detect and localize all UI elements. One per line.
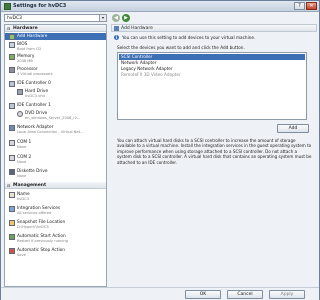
sidebar-item-detail: None: [17, 174, 27, 178]
sidebar-item-detail: D:\HyperV\hvDC3: [17, 225, 49, 229]
sidebar-item-integration-services[interactable]: Integration Services All services offere…: [5, 205, 106, 216]
name-icon: [9, 192, 15, 198]
ide-controller-icon: [9, 81, 15, 87]
add-hardware-icon: [9, 34, 15, 40]
sidebar-item-detail: hvDC3.vhd: [25, 94, 45, 98]
add-hardware-icon: [114, 26, 119, 31]
vm-selector-value: hvDC3: [7, 16, 22, 21]
collapse-icon[interactable]: ⊟: [7, 183, 10, 188]
sidebar-item-detail: Save: [17, 253, 26, 257]
com-port-icon: [9, 140, 15, 146]
processor-icon: [9, 67, 15, 73]
window-title: Settings for hvDC3: [13, 3, 67, 9]
sidebar-item-detail: Restart if previously running: [17, 239, 68, 243]
sidebar-item-com-2[interactable]: COM 2 None: [5, 154, 106, 165]
device-prompt: Select the devices you want to add and c…: [117, 45, 245, 50]
sidebar-item-label: IDE Controller 1: [17, 103, 51, 108]
sidebar-item-add-hardware[interactable]: Add Hardware: [5, 33, 106, 40]
ok-button[interactable]: OK: [185, 290, 221, 299]
sidebar-item-label: IDE Controller 0: [17, 81, 51, 86]
snapshot-folder-icon: [9, 220, 15, 226]
network-adapter-icon: [9, 125, 15, 131]
section-title: Add Hardware: [121, 26, 153, 31]
diskette-icon: [9, 169, 15, 175]
sidebar-item-detail: 2048 MB: [17, 59, 33, 63]
sidebar-item-detail: Local Area Connection - Virtual Net...: [17, 130, 84, 134]
bios-chip-icon: [9, 42, 15, 48]
sidebar-item-automatic-stop-action[interactable]: Automatic Stop Action Save: [5, 247, 106, 258]
collapse-icon[interactable]: ⊟: [7, 26, 10, 31]
sidebar-item-automatic-start-action[interactable]: Automatic Start Action Restart if previo…: [5, 233, 106, 244]
memory-icon: [9, 54, 15, 60]
info-icon: i: [114, 35, 119, 40]
hard-drive-icon: [17, 89, 23, 95]
sidebar-item-detail: None: [17, 160, 27, 164]
dvd-drive-icon: [17, 111, 23, 117]
forward-arrow-icon[interactable]: ▶: [122, 14, 130, 22]
com-port-icon: [9, 155, 15, 161]
chevron-down-icon[interactable]: ▾: [99, 15, 106, 21]
sidebar-item-network-adapter[interactable]: Network Adapter Local Area Connection - …: [5, 124, 106, 136]
sidebar-item-hard-drive[interactable]: Hard Drive hvDC3.vhd: [5, 88, 106, 100]
help-button[interactable]: ?: [294, 2, 305, 10]
stop-action-icon: [9, 248, 15, 254]
hardware-group-header[interactable]: ⊟ Hardware: [5, 25, 106, 32]
management-group-header[interactable]: ⊟ Management: [5, 182, 106, 189]
title-bar: Settings for hvDC3 ? ✕: [1, 1, 319, 12]
start-action-icon: [9, 234, 15, 240]
device-list[interactable]: SCSI Controller Network Adapter Legacy N…: [117, 52, 307, 120]
back-arrow-icon[interactable]: ◀: [112, 14, 120, 22]
close-button[interactable]: ✕: [306, 2, 317, 10]
sidebar-item-memory[interactable]: Memory 2048 MB: [5, 53, 106, 64]
settings-window: Settings for hvDC3 ? ✕ hvDC3 ▾ ◀ ▶ ⊟ Har…: [0, 0, 320, 300]
sidebar-item-detail: Boot from CD: [17, 47, 42, 51]
sidebar-item-label: Add Hardware: [17, 34, 48, 39]
sidebar-item-diskette-drive[interactable]: Diskette Drive None: [5, 168, 106, 179]
hyperv-app-icon: [4, 3, 11, 10]
device-description: You can attach virtual hard disks to a S…: [117, 138, 312, 165]
management-group-label: Management: [13, 183, 47, 188]
hardware-group-label: Hardware: [13, 26, 38, 31]
sidebar-item-detail: 4 Virtual processors: [17, 72, 53, 76]
sidebar-item-name[interactable]: Name hvDC3: [5, 191, 106, 202]
settings-sidebar: ⊟ Hardware Add Hardware BIOS Boot from C…: [4, 24, 107, 287]
sidebar-item-com-1[interactable]: COM 1 None: [5, 139, 106, 150]
list-item[interactable]: RemoteFX 3D Video Adapter: [119, 72, 305, 78]
cancel-button[interactable]: Cancel: [227, 290, 263, 299]
sidebar-item-detail: hvDC3: [17, 197, 29, 201]
sidebar-item-ide-controller-1[interactable]: IDE Controller 1: [5, 102, 106, 109]
ide-controller-icon: [9, 103, 15, 109]
apply-button[interactable]: Apply: [269, 290, 305, 299]
info-text: You can use this setting to add devices …: [122, 35, 256, 40]
sidebar-item-processor[interactable]: Processor 4 Virtual processors: [5, 66, 106, 78]
sidebar-item-detail: All services offered: [17, 211, 52, 215]
sidebar-item-detail: None: [17, 145, 27, 149]
sidebar-item-ide-controller-0[interactable]: IDE Controller 0: [5, 80, 106, 87]
integration-services-icon: [9, 206, 15, 212]
add-hardware-panel: Add Hardware i You can use this setting …: [111, 24, 317, 287]
add-button[interactable]: Add: [277, 124, 309, 133]
vm-selector[interactable]: hvDC3 ▾: [4, 14, 107, 22]
sidebar-item-bios[interactable]: BIOS Boot from CD: [5, 41, 106, 52]
dialog-footer: OK Cancel Apply: [1, 287, 319, 300]
sidebar-item-snapshot-file-location[interactable]: Snapshot File Location D:\HyperV\hvDC3: [5, 219, 106, 230]
section-header: Add Hardware: [111, 24, 317, 32]
sidebar-item-dvd-drive[interactable]: DVD Drive en_windows_Server_2008_r2...: [5, 110, 106, 122]
sidebar-item-detail: en_windows_Server_2008_r2...: [25, 116, 81, 120]
